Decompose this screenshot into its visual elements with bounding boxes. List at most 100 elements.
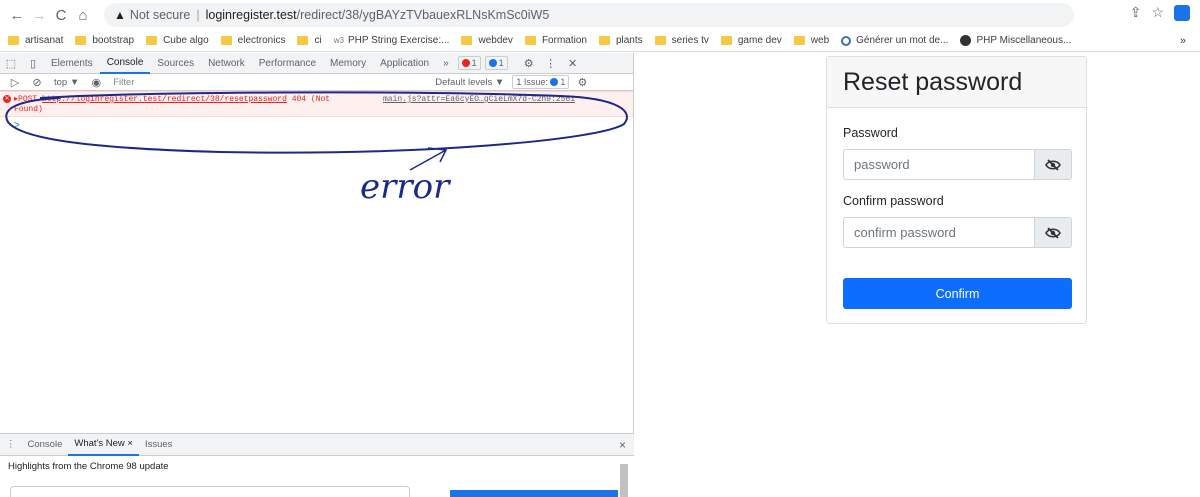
tab-performance[interactable]: Performance <box>252 53 323 74</box>
inspect-icon[interactable]: ⬚ <box>0 57 22 70</box>
filter-input[interactable]: Filter <box>113 77 433 88</box>
drawer-tabs: ⋮ Console What's New × Issues × <box>0 434 634 456</box>
issues-badge[interactable]: 1 Issue: 1 <box>512 75 570 89</box>
confirm-button[interactable]: Confirm <box>843 278 1072 309</box>
console-settings-icon[interactable]: ⚙ <box>571 76 593 89</box>
bookmark-item[interactable]: webdev <box>461 35 513 46</box>
error-badge[interactable]: 1 <box>457 56 481 70</box>
bookmark-item[interactable]: Formation <box>524 35 587 46</box>
reload-icon[interactable]: C <box>50 4 72 26</box>
bookmark-item[interactable]: Générer un mot de... <box>841 35 948 46</box>
gear-icon[interactable]: ⚙ <box>518 57 540 70</box>
share-icon[interactable]: ⇪ <box>1130 4 1142 21</box>
message-badge[interactable]: 1 <box>484 56 508 70</box>
tab-sources[interactable]: Sources <box>150 53 201 74</box>
confirm-password-field[interactable]: confirm password <box>843 217 1072 248</box>
request-url-link[interactable]: http://loginregister.test/redirect/38/re… <box>42 95 287 104</box>
device-toggle-icon[interactable]: ▯ <box>22 57 44 70</box>
bookmarks-more-button[interactable]: » <box>1180 35 1186 47</box>
url-separator: | <box>196 8 200 22</box>
eye-slash-icon <box>1045 158 1061 171</box>
url-host: loginregister.test <box>205 8 297 22</box>
bookmark-label: PHP Miscellaneous... <box>976 35 1072 46</box>
levels-select[interactable]: Default levels ▼ <box>435 77 504 88</box>
bookmark-item[interactable]: PHP Miscellaneous... <box>960 35 1071 46</box>
tab-console[interactable]: Console <box>99 53 151 74</box>
bookmark-item[interactable]: series tv <box>654 35 709 46</box>
reset-password-card: Reset password Password password Confirm… <box>826 56 1087 324</box>
clear-console-icon[interactable]: ⊘ <box>26 76 48 89</box>
w3schools-icon: w3 <box>333 36 344 45</box>
bookmark-label: bootstrap <box>92 35 135 46</box>
nav-buttons: ← → C ⌂ <box>6 4 94 26</box>
confirm-password-input[interactable]: confirm password <box>844 218 1034 247</box>
devtools-panel: ⬚ ▯ Elements Console Sources Network Per… <box>0 53 634 497</box>
eye-slash-icon <box>1045 226 1061 239</box>
sidebar-toggle-icon[interactable]: ▷ <box>4 76 26 89</box>
bookmark-item[interactable]: bootstrap <box>75 35 134 46</box>
drawer-close-icon[interactable]: × <box>613 438 634 452</box>
folder-icon <box>793 36 805 45</box>
url-bar[interactable]: ▲ Not secure | loginregister.test /redir… <box>104 3 1074 27</box>
bookmark-item[interactable]: w3 PHP String Exercise:... <box>334 35 450 46</box>
bookmark-label: game dev <box>737 35 782 46</box>
issues-count: 1 <box>560 77 566 87</box>
bookmark-label: electronics <box>237 35 286 46</box>
issues-label: 1 Issue: <box>516 77 548 87</box>
bookmark-label: plants <box>615 35 643 46</box>
tab-memory[interactable]: Memory <box>323 53 373 74</box>
password-field[interactable]: password <box>843 149 1072 180</box>
request-method: ▸POST <box>14 95 38 104</box>
folder-icon <box>598 36 610 45</box>
extension-icon[interactable] <box>1174 4 1190 21</box>
bookmark-item[interactable]: game dev <box>720 35 782 46</box>
bookmark-label: web <box>810 35 830 46</box>
home-icon[interactable]: ⌂ <box>72 4 94 26</box>
bookmark-item[interactable]: ci <box>297 35 322 46</box>
bookmark-item[interactable]: electronics <box>220 35 286 46</box>
forward-arrow-icon[interactable]: → <box>28 4 50 26</box>
warning-icon: ▲ <box>114 8 126 22</box>
more-tabs-button[interactable]: » <box>436 53 456 74</box>
kebab-menu-icon[interactable]: ⋮ <box>540 57 562 70</box>
bookmark-item[interactable]: Cube algo <box>146 35 209 46</box>
console-prompt[interactable]: > <box>0 120 633 131</box>
context-select[interactable]: top ▼ <box>54 77 79 88</box>
status-text: Found) <box>14 105 43 114</box>
eye-icon[interactable]: ◉ <box>85 76 107 89</box>
bookmark-item[interactable]: web <box>793 35 830 46</box>
tab-elements[interactable]: Elements <box>44 53 100 74</box>
address-bar-row: ← → C ⌂ ▲ Not secure | loginregister.tes… <box>0 0 1200 30</box>
globe-icon <box>841 35 852 46</box>
star-icon[interactable]: ☆ <box>1151 4 1164 21</box>
bookmark-label: PHP String Exercise:... <box>347 35 450 46</box>
folder-icon <box>297 36 309 45</box>
folder-icon <box>720 36 732 45</box>
bookmark-label: webdev <box>478 35 513 46</box>
close-icon[interactable]: ✕ <box>562 57 584 70</box>
drawer-tab-whats-new[interactable]: What's New × <box>68 434 139 456</box>
scrollbar[interactable] <box>620 464 628 497</box>
feature-card <box>10 486 410 497</box>
back-arrow-icon[interactable]: ← <box>6 4 28 26</box>
toggle-visibility-button[interactable] <box>1034 150 1071 179</box>
source-link[interactable]: main.js?attr=Ea6cyEO…gCieLmX7d-C2n9:2561 <box>383 95 575 105</box>
bookmark-label: artisanat <box>25 35 64 46</box>
folder-icon <box>75 36 87 45</box>
folder-icon <box>220 36 232 45</box>
tab-network[interactable]: Network <box>201 53 252 74</box>
tab-application[interactable]: Application <box>373 53 436 74</box>
error-icon <box>461 59 470 67</box>
bookmark-label: Générer un mot de... <box>856 35 949 46</box>
drawer-tab-issues[interactable]: Issues <box>139 439 178 450</box>
console-error-message[interactable]: ✕ ▸POST http://loginregister.test/redire… <box>0 91 633 117</box>
bookmark-item[interactable]: artisanat <box>8 35 63 46</box>
not-secure-label: Not secure <box>129 8 191 22</box>
drawer-tab-console[interactable]: Console <box>22 439 69 450</box>
folder-icon <box>8 36 19 45</box>
bookmark-label: Formation <box>541 35 587 46</box>
password-input[interactable]: password <box>844 150 1034 179</box>
bookmark-item[interactable]: plants <box>598 35 643 46</box>
drawer-menu-icon[interactable]: ⋮ <box>0 439 22 450</box>
toggle-confirm-visibility-button[interactable] <box>1034 218 1071 247</box>
